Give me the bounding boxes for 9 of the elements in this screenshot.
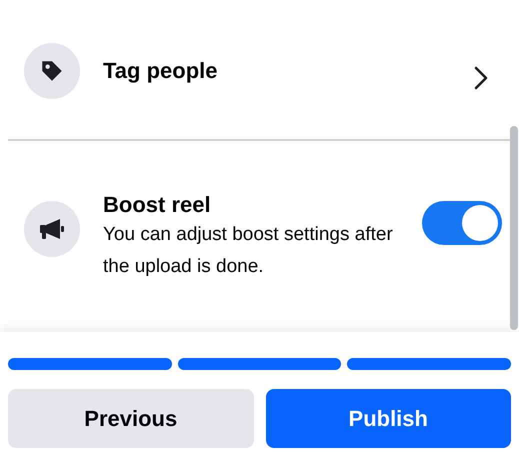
option-title: Boost reel <box>103 191 212 219</box>
option-description: You can adjust boost settings after the upload is done. <box>103 223 394 279</box>
chevron-right-icon[interactable] <box>474 66 488 90</box>
toggle-switch[interactable] <box>422 201 502 245</box>
option-title: Tag people <box>103 57 218 85</box>
scrollbar[interactable] <box>510 126 518 330</box>
previous-button[interactable]: Previous <box>8 389 254 448</box>
megaphone-icon <box>38 217 66 241</box>
publish-button[interactable]: Publish <box>266 389 511 448</box>
